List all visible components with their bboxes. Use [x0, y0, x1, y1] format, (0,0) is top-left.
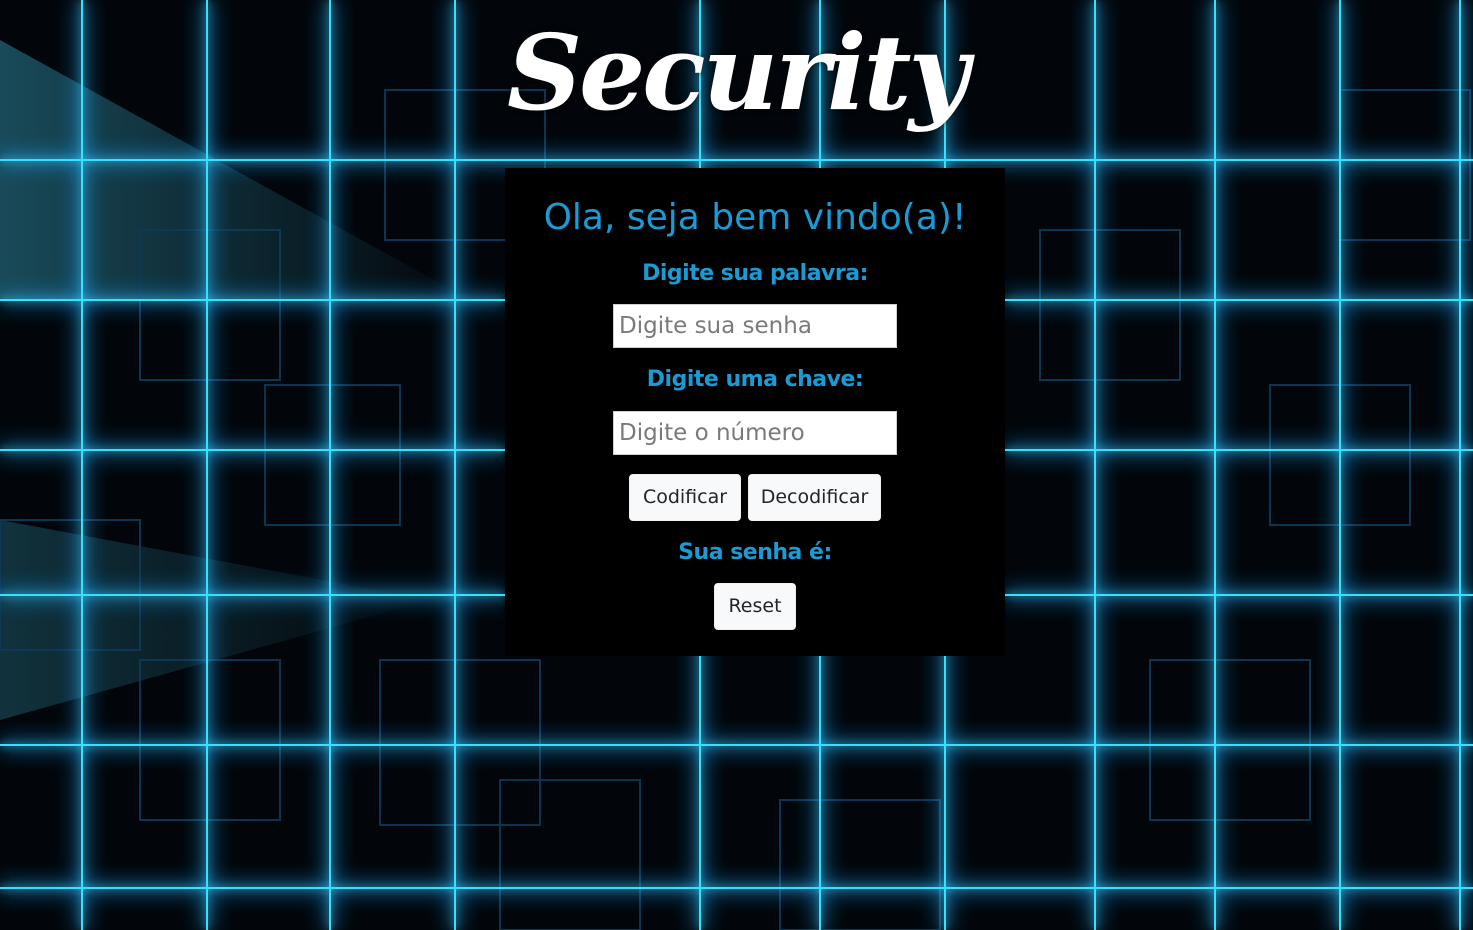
security-logo: Security: [507, 11, 969, 134]
result-label: Sua senha é:: [678, 540, 832, 565]
cipher-panel: Ola, seja bem vindo(a)! Digite sua palav…: [505, 168, 1005, 656]
encode-button[interactable]: Codificar: [629, 474, 741, 521]
key-input[interactable]: [613, 411, 897, 455]
word-label: Digite sua palavra:: [642, 261, 868, 286]
reset-button[interactable]: Reset: [714, 583, 796, 630]
page: Security Ola, seja bem vindo(a)! Digite …: [0, 0, 1473, 930]
word-input[interactable]: [613, 304, 897, 348]
welcome-heading: Ola, seja bem vindo(a)!: [543, 197, 967, 238]
key-label: Digite uma chave:: [646, 367, 864, 392]
decode-button[interactable]: Decodificar: [748, 474, 881, 521]
